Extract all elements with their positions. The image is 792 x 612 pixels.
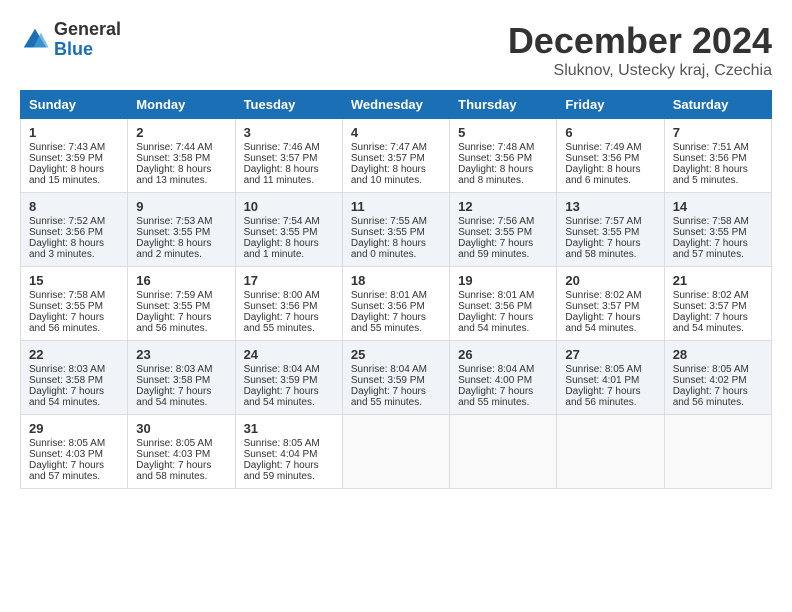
table-row: 14Sunrise: 7:58 AMSunset: 3:55 PMDayligh… xyxy=(664,193,771,267)
logo-icon xyxy=(20,25,50,55)
header-thursday: Thursday xyxy=(450,91,557,119)
table-row: 16Sunrise: 7:59 AMSunset: 3:55 PMDayligh… xyxy=(128,267,235,341)
header-monday: Monday xyxy=(128,91,235,119)
table-row: 12Sunrise: 7:56 AMSunset: 3:55 PMDayligh… xyxy=(450,193,557,267)
table-row: 9Sunrise: 7:53 AMSunset: 3:55 PMDaylight… xyxy=(128,193,235,267)
calendar-week-2: 15Sunrise: 7:58 AMSunset: 3:55 PMDayligh… xyxy=(21,267,772,341)
location: Sluknov, Ustecky kraj, Czechia xyxy=(508,62,772,80)
table-row: 3Sunrise: 7:46 AMSunset: 3:57 PMDaylight… xyxy=(235,119,342,193)
table-row: 2Sunrise: 7:44 AMSunset: 3:58 PMDaylight… xyxy=(128,119,235,193)
calendar-week-1: 8Sunrise: 7:52 AMSunset: 3:56 PMDaylight… xyxy=(21,193,772,267)
table-row: 19Sunrise: 8:01 AMSunset: 3:56 PMDayligh… xyxy=(450,267,557,341)
table-row: 6Sunrise: 7:49 AMSunset: 3:56 PMDaylight… xyxy=(557,119,664,193)
calendar-header-row: Sunday Monday Tuesday Wednesday Thursday… xyxy=(21,91,772,119)
table-row: 25Sunrise: 8:04 AMSunset: 3:59 PMDayligh… xyxy=(342,341,449,415)
table-row: 8Sunrise: 7:52 AMSunset: 3:56 PMDaylight… xyxy=(21,193,128,267)
table-row: 20Sunrise: 8:02 AMSunset: 3:57 PMDayligh… xyxy=(557,267,664,341)
table-row: 5Sunrise: 7:48 AMSunset: 3:56 PMDaylight… xyxy=(450,119,557,193)
calendar: Sunday Monday Tuesday Wednesday Thursday… xyxy=(20,90,772,489)
table-row: 22Sunrise: 8:03 AMSunset: 3:58 PMDayligh… xyxy=(21,341,128,415)
calendar-week-3: 22Sunrise: 8:03 AMSunset: 3:58 PMDayligh… xyxy=(21,341,772,415)
header-friday: Friday xyxy=(557,91,664,119)
table-row: 21Sunrise: 8:02 AMSunset: 3:57 PMDayligh… xyxy=(664,267,771,341)
logo-blue: Blue xyxy=(54,40,121,60)
table-row xyxy=(664,415,771,489)
title-block: December 2024 Sluknov, Ustecky kraj, Cze… xyxy=(508,20,772,80)
table-row: 4Sunrise: 7:47 AMSunset: 3:57 PMDaylight… xyxy=(342,119,449,193)
table-row: 23Sunrise: 8:03 AMSunset: 3:58 PMDayligh… xyxy=(128,341,235,415)
header-sunday: Sunday xyxy=(21,91,128,119)
calendar-week-0: 1Sunrise: 7:43 AMSunset: 3:59 PMDaylight… xyxy=(21,119,772,193)
page-header: General Blue December 2024 Sluknov, Uste… xyxy=(20,20,772,80)
table-row: 11Sunrise: 7:55 AMSunset: 3:55 PMDayligh… xyxy=(342,193,449,267)
table-row: 27Sunrise: 8:05 AMSunset: 4:01 PMDayligh… xyxy=(557,341,664,415)
table-row: 17Sunrise: 8:00 AMSunset: 3:56 PMDayligh… xyxy=(235,267,342,341)
table-row xyxy=(450,415,557,489)
table-row: 18Sunrise: 8:01 AMSunset: 3:56 PMDayligh… xyxy=(342,267,449,341)
table-row: 30Sunrise: 8:05 AMSunset: 4:03 PMDayligh… xyxy=(128,415,235,489)
logo-text: General Blue xyxy=(54,20,121,60)
table-row: 10Sunrise: 7:54 AMSunset: 3:55 PMDayligh… xyxy=(235,193,342,267)
header-tuesday: Tuesday xyxy=(235,91,342,119)
table-row xyxy=(557,415,664,489)
table-row: 7Sunrise: 7:51 AMSunset: 3:56 PMDaylight… xyxy=(664,119,771,193)
header-saturday: Saturday xyxy=(664,91,771,119)
table-row xyxy=(342,415,449,489)
table-row: 15Sunrise: 7:58 AMSunset: 3:55 PMDayligh… xyxy=(21,267,128,341)
table-row: 31Sunrise: 8:05 AMSunset: 4:04 PMDayligh… xyxy=(235,415,342,489)
table-row: 13Sunrise: 7:57 AMSunset: 3:55 PMDayligh… xyxy=(557,193,664,267)
table-row: 26Sunrise: 8:04 AMSunset: 4:00 PMDayligh… xyxy=(450,341,557,415)
table-row: 29Sunrise: 8:05 AMSunset: 4:03 PMDayligh… xyxy=(21,415,128,489)
table-row: 1Sunrise: 7:43 AMSunset: 3:59 PMDaylight… xyxy=(21,119,128,193)
header-wednesday: Wednesday xyxy=(342,91,449,119)
logo-general: General xyxy=(54,20,121,40)
month-title: December 2024 xyxy=(508,20,772,62)
calendar-week-4: 29Sunrise: 8:05 AMSunset: 4:03 PMDayligh… xyxy=(21,415,772,489)
table-row: 24Sunrise: 8:04 AMSunset: 3:59 PMDayligh… xyxy=(235,341,342,415)
table-row: 28Sunrise: 8:05 AMSunset: 4:02 PMDayligh… xyxy=(664,341,771,415)
logo: General Blue xyxy=(20,20,121,60)
